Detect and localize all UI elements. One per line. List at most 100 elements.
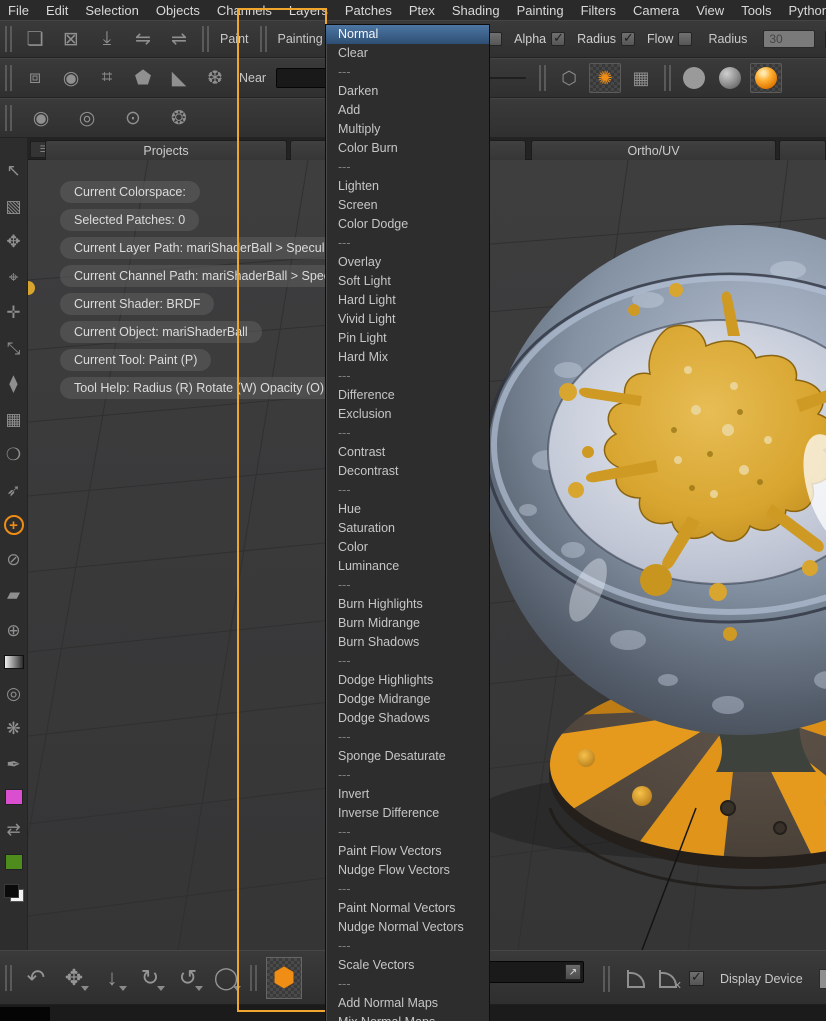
dropdown-item[interactable]: Add <box>326 101 489 120</box>
slide-tool[interactable]: ⤡ <box>3 338 25 360</box>
dropdown-item[interactable]: Decontrast <box>326 462 489 481</box>
dropdown-item[interactable]: Color Burn <box>326 139 489 158</box>
dropdown-item[interactable]: Paint Flow Vectors <box>326 842 489 861</box>
dropdown-item[interactable]: Add Normal Maps <box>326 994 489 1013</box>
background-color-swatch[interactable] <box>5 854 23 870</box>
menu-item[interactable]: Edit <box>46 3 68 18</box>
dropdown-item[interactable]: Exclusion <box>326 405 489 424</box>
texture-view-icon[interactable]: ◉ <box>56 64 86 92</box>
dropdown-item[interactable]: Burn Midrange <box>326 614 489 633</box>
dropdown-item[interactable]: --- <box>326 481 489 500</box>
dropdown-item[interactable]: Contrast <box>326 443 489 462</box>
checkbox-box[interactable] <box>678 32 692 46</box>
dropdown-item[interactable]: Paint Normal Vectors <box>326 899 489 918</box>
pan-tool[interactable]: ✥ <box>3 231 25 253</box>
dropdown-item[interactable]: --- <box>326 158 489 177</box>
menu-item[interactable]: Layers <box>289 3 328 18</box>
dropdown-item[interactable]: Screen <box>326 196 489 215</box>
dropdown-item[interactable]: --- <box>326 652 489 671</box>
selection-center-icon[interactable]: ⌗ <box>92 64 122 92</box>
eraser-tool[interactable]: ▰ <box>3 584 25 606</box>
paint-select-mode[interactable]: ✺ <box>589 63 621 93</box>
new-project-icon[interactable]: ❏ <box>20 25 50 53</box>
dropdown-item[interactable]: Inverse Difference <box>326 804 489 823</box>
dropdown-item[interactable]: Sponge Desaturate <box>326 747 489 766</box>
import-icon[interactable]: ⤓ <box>92 25 122 53</box>
gradient-tool[interactable] <box>4 655 24 669</box>
dropdown-item[interactable]: --- <box>326 823 489 842</box>
lut-enable-checkbox[interactable] <box>689 971 704 986</box>
dropdown-item[interactable]: --- <box>326 576 489 595</box>
show-whole-stack-icon[interactable]: ◉ <box>26 104 56 132</box>
dropdown-item[interactable]: Dodge Highlights <box>326 671 489 690</box>
menu-item[interactable]: Tools <box>741 3 771 18</box>
dropdown-item[interactable]: --- <box>326 937 489 956</box>
rotate-icon[interactable]: ↻ <box>133 961 167 995</box>
menu-item[interactable]: Python <box>789 3 826 18</box>
dropdown-item[interactable]: Hard Light <box>326 291 489 310</box>
swap-colors-button[interactable]: ⇄ <box>3 819 25 841</box>
radius-value-field[interactable]: 30 <box>763 30 815 48</box>
dropdown-item[interactable]: Clear <box>326 44 489 63</box>
menu-item[interactable]: Objects <box>156 3 200 18</box>
translate-icon[interactable]: ✥ <box>57 961 91 995</box>
move-tool[interactable]: ✛ <box>3 302 25 324</box>
branch-left-icon[interactable]: ⇋ <box>128 25 158 53</box>
menu-item[interactable]: Filters <box>581 3 616 18</box>
warp-tool[interactable]: ▦ <box>3 409 25 431</box>
pin-tool[interactable]: ➶ <box>3 480 25 502</box>
shape-mask-icon[interactable]: ⬟ <box>128 64 158 92</box>
menu-item[interactable]: Channels <box>217 3 272 18</box>
vector-inspect-tool[interactable]: ⊘ <box>3 549 25 571</box>
dropdown-item[interactable]: Hard Mix <box>326 348 489 367</box>
menu-item[interactable]: Ptex <box>409 3 435 18</box>
toolbar-grip[interactable] <box>250 965 257 991</box>
show-current-layer-icon[interactable]: ⊙ <box>118 104 148 132</box>
lasso-icon[interactable]: ◯ <box>209 961 243 995</box>
toolbar-grip[interactable] <box>5 26 12 52</box>
option-checkbox[interactable]: Flow <box>647 32 692 46</box>
dropdown-item[interactable]: --- <box>326 424 489 443</box>
dropdown-item[interactable]: Hue <box>326 500 489 519</box>
spray-paint-icon[interactable]: ❆ <box>200 64 230 92</box>
dropdown-item[interactable]: --- <box>326 766 489 785</box>
dropdown-item[interactable]: Difference <box>326 386 489 405</box>
paint-tool[interactable]: + <box>4 515 24 535</box>
dropdown-item[interactable]: --- <box>326 728 489 747</box>
orbit-icon[interactable]: ↺ <box>171 961 205 995</box>
toolbar-grip[interactable] <box>603 966 610 992</box>
dropdown-item[interactable]: Invert <box>326 785 489 804</box>
pull-down-icon[interactable]: ↓ <box>95 961 129 995</box>
menu-item[interactable]: File <box>8 3 29 18</box>
dropdown-item[interactable]: --- <box>326 234 489 253</box>
tab-ortho-uv[interactable]: Ortho/UV <box>531 140 776 160</box>
paint-through-tool[interactable]: ❍ <box>3 444 25 466</box>
dropdown-item[interactable]: Scale Vectors <box>326 956 489 975</box>
clear-lut-icon[interactable]: ✕ <box>657 968 679 990</box>
checkbox-box[interactable] <box>488 32 502 46</box>
dropdown-item[interactable]: Nudge Normal Vectors <box>326 918 489 937</box>
painting-mode-dropdown[interactable]: NormalClear---DarkenAddMultiplyColor Bur… <box>326 25 489 1021</box>
branch-right-icon[interactable]: ⇌ <box>164 25 194 53</box>
dropdown-item[interactable]: --- <box>326 367 489 386</box>
dropdown-item[interactable]: Luminance <box>326 557 489 576</box>
dropdown-item[interactable]: Normal <box>326 25 489 44</box>
menu-item[interactable]: Painting <box>517 3 564 18</box>
dropdown-item[interactable]: Dodge Midrange <box>326 690 489 709</box>
menu-item[interactable]: Selection <box>85 3 138 18</box>
dropdown-item[interactable]: --- <box>326 975 489 994</box>
dropdown-item[interactable]: Multiply <box>326 120 489 139</box>
toolbar-grip[interactable] <box>5 105 12 131</box>
marquee-select-tool[interactable]: ▧ <box>3 196 25 218</box>
menu-item[interactable]: View <box>696 3 724 18</box>
toolbar-grip[interactable] <box>539 65 546 91</box>
menu-item[interactable]: Camera <box>633 3 679 18</box>
dropdown-item[interactable]: --- <box>326 63 489 82</box>
blend-tool[interactable]: ◎ <box>3 683 25 705</box>
toolbar-grip[interactable] <box>664 65 671 91</box>
undo-icon[interactable]: ↶ <box>19 961 53 995</box>
dropdown-item[interactable]: Burn Shadows <box>326 633 489 652</box>
dropdown-item[interactable]: --- <box>326 880 489 899</box>
toolbar-grip[interactable] <box>5 65 12 91</box>
near-input[interactable] <box>276 68 332 88</box>
